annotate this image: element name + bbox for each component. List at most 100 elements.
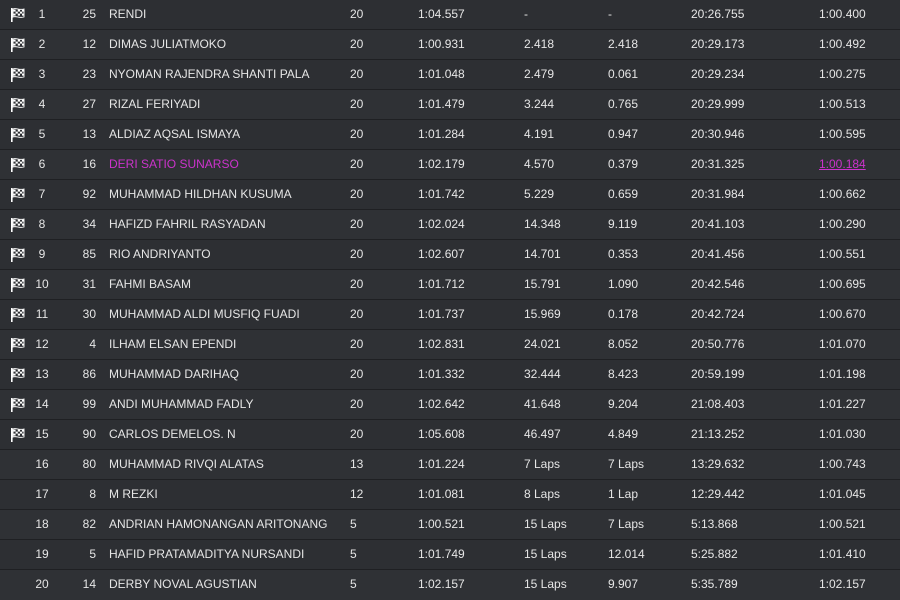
table-row[interactable]: 16 80 MUHAMMAD RIVQI ALATAS 13 1:01.224 … — [0, 450, 900, 480]
total-time-cell: 20:26.755 — [691, 7, 745, 21]
fastest-lap-cell: 1:02.157 — [819, 577, 866, 591]
lap-time-cell: 1:02.157 — [418, 577, 465, 591]
gap-cell: 3.244 — [524, 97, 555, 111]
total-time-cell: 20:50.776 — [691, 337, 745, 351]
table-row[interactable]: 6 16 DERI SATIO SUNARSO 20 1:02.179 4.57… — [0, 150, 900, 180]
gap-cell: 24.021 — [524, 337, 561, 351]
interval-cell: 4.849 — [608, 427, 639, 441]
lap-time-cell: 1:01.749 — [418, 547, 465, 561]
table-row[interactable]: 12 4 ILHAM ELSAN EPENDI 20 1:02.831 24.0… — [0, 330, 900, 360]
rider-number-cell: 23 — [82, 67, 96, 81]
fastest-lap-cell: 1:01.410 — [819, 547, 866, 561]
fastest-lap-cell: 1:00.551 — [819, 247, 866, 261]
checkered-flag-icon — [11, 367, 25, 382]
checkered-flag-icon — [11, 187, 25, 202]
lap-time-cell: 1:01.737 — [418, 307, 465, 321]
fastest-lap-cell: 1:01.045 — [819, 487, 866, 501]
table-row[interactable]: 20 14 DERBY NOVAL AGUSTIAN 5 1:02.157 15… — [0, 570, 900, 600]
rider-name-cell: ANDI MUHAMMAD FADLY — [109, 397, 254, 411]
gap-cell: 32.444 — [524, 367, 561, 381]
position-cell: 20 — [35, 577, 49, 591]
gap-cell: 5.229 — [524, 187, 555, 201]
laps-cell: 20 — [350, 427, 364, 441]
flag-cell — [9, 150, 27, 179]
rider-name-cell: NYOMAN RAJENDRA SHANTI PALA — [109, 67, 310, 81]
table-row[interactable]: 18 82 ANDRIAN HAMONANGAN ARITONANG 5 1:0… — [0, 510, 900, 540]
table-row[interactable]: 11 30 MUHAMMAD ALDI MUSFIQ FUADI 20 1:01… — [0, 300, 900, 330]
table-row[interactable]: 19 5 HAFID PRATAMADITYA NURSANDI 5 1:01.… — [0, 540, 900, 570]
lap-time-cell: 1:00.931 — [418, 37, 465, 51]
laps-cell: 20 — [350, 217, 364, 231]
flag-cell — [9, 540, 27, 569]
rider-name-cell: MUHAMMAD HILDHAN KUSUMA — [109, 187, 292, 201]
laps-cell: 20 — [350, 337, 364, 351]
position-cell: 5 — [38, 127, 46, 141]
rider-number-cell: 13 — [82, 127, 96, 141]
flag-cell — [9, 300, 27, 329]
gap-cell: 7 Laps — [524, 457, 561, 471]
fastest-lap-cell: 1:00.184 — [819, 157, 866, 171]
rider-number-cell: 86 — [82, 367, 96, 381]
table-row[interactable]: 7 92 MUHAMMAD HILDHAN KUSUMA 20 1:01.742… — [0, 180, 900, 210]
total-time-cell: 20:41.103 — [691, 217, 745, 231]
rider-number-cell: 90 — [82, 427, 96, 441]
rider-name-cell: RIZAL FERIYADI — [109, 97, 201, 111]
fastest-lap-cell: 1:00.400 — [819, 7, 866, 21]
table-row[interactable]: 13 86 MUHAMMAD DARIHAQ 20 1:01.332 32.44… — [0, 360, 900, 390]
rider-name-cell: RIO ANDRIYANTO — [109, 247, 211, 261]
rider-number-cell: 8 — [89, 487, 96, 501]
rider-number-cell: 12 — [82, 37, 96, 51]
flag-cell — [9, 570, 27, 599]
table-row[interactable]: 15 90 CARLOS DEMELOS. N 20 1:05.608 46.4… — [0, 420, 900, 450]
table-row[interactable]: 8 34 HAFIZD FAHRIL RASYADAN 20 1:02.024 … — [0, 210, 900, 240]
table-row[interactable]: 17 8 M REZKI 12 1:01.081 8 Laps 1 Lap 12… — [0, 480, 900, 510]
fastest-lap-cell: 1:01.070 — [819, 337, 866, 351]
table-row[interactable]: 10 31 FAHMI BASAM 20 1:01.712 15.791 1.0… — [0, 270, 900, 300]
interval-cell: 0.379 — [608, 157, 639, 171]
table-row[interactable]: 2 12 DIMAS JULIATMOKO 20 1:00.931 2.418 … — [0, 30, 900, 60]
position-cell: 10 — [35, 277, 49, 291]
laps-cell: 5 — [350, 547, 357, 561]
rider-name-cell: HAFID PRATAMADITYA NURSANDI — [109, 547, 305, 561]
flag-cell — [9, 270, 27, 299]
lap-time-cell: 1:01.224 — [418, 457, 465, 471]
table-row[interactable]: 4 27 RIZAL FERIYADI 20 1:01.479 3.244 0.… — [0, 90, 900, 120]
interval-cell: 0.947 — [608, 127, 639, 141]
checkered-flag-icon — [11, 427, 25, 442]
lap-time-cell: 1:01.479 — [418, 97, 465, 111]
laps-cell: 12 — [350, 487, 364, 501]
checkered-flag-icon — [11, 217, 25, 232]
fastest-lap-cell: 1:00.513 — [819, 97, 866, 111]
total-time-cell: 20:42.546 — [691, 277, 745, 291]
lap-time-cell: 1:04.557 — [418, 7, 465, 21]
table-row[interactable]: 3 23 NYOMAN RAJENDRA SHANTI PALA 20 1:01… — [0, 60, 900, 90]
fastest-lap-cell: 1:00.662 — [819, 187, 866, 201]
rider-number-cell: 14 — [82, 577, 96, 591]
gap-cell: 46.497 — [524, 427, 561, 441]
fastest-lap-cell: 1:00.743 — [819, 457, 866, 471]
checkered-flag-icon — [11, 97, 25, 112]
total-time-cell: 5:25.882 — [691, 547, 738, 561]
checkered-flag-icon — [11, 127, 25, 142]
laps-cell: 20 — [350, 397, 364, 411]
table-row[interactable]: 1 25 RENDI 20 1:04.557 - - 20:26.755 1:0… — [0, 0, 900, 30]
rider-number-cell: 99 — [82, 397, 96, 411]
total-time-cell: 20:41.456 — [691, 247, 745, 261]
gap-cell: 2.479 — [524, 67, 555, 81]
rider-name-cell: DERI SATIO SUNARSO — [109, 157, 239, 171]
interval-cell: 0.353 — [608, 247, 639, 261]
fastest-lap-cell: 1:00.521 — [819, 517, 866, 531]
table-row[interactable]: 9 85 RIO ANDRIYANTO 20 1:02.607 14.701 0… — [0, 240, 900, 270]
table-row[interactable]: 5 13 ALDIAZ AQSAL ISMAYA 20 1:01.284 4.1… — [0, 120, 900, 150]
position-cell: 13 — [35, 367, 49, 381]
lap-time-cell: 1:01.081 — [418, 487, 465, 501]
rider-number-cell: 5 — [89, 547, 96, 561]
interval-cell: 9.119 — [608, 217, 638, 231]
interval-cell: 2.418 — [608, 37, 639, 51]
table-row[interactable]: 14 99 ANDI MUHAMMAD FADLY 20 1:02.642 41… — [0, 390, 900, 420]
rider-number-cell: 25 — [82, 7, 96, 21]
rider-name-cell: FAHMI BASAM — [109, 277, 192, 291]
laps-cell: 5 — [350, 517, 357, 531]
rider-name-cell: DIMAS JULIATMOKO — [109, 37, 227, 51]
lap-time-cell: 1:02.179 — [418, 157, 465, 171]
